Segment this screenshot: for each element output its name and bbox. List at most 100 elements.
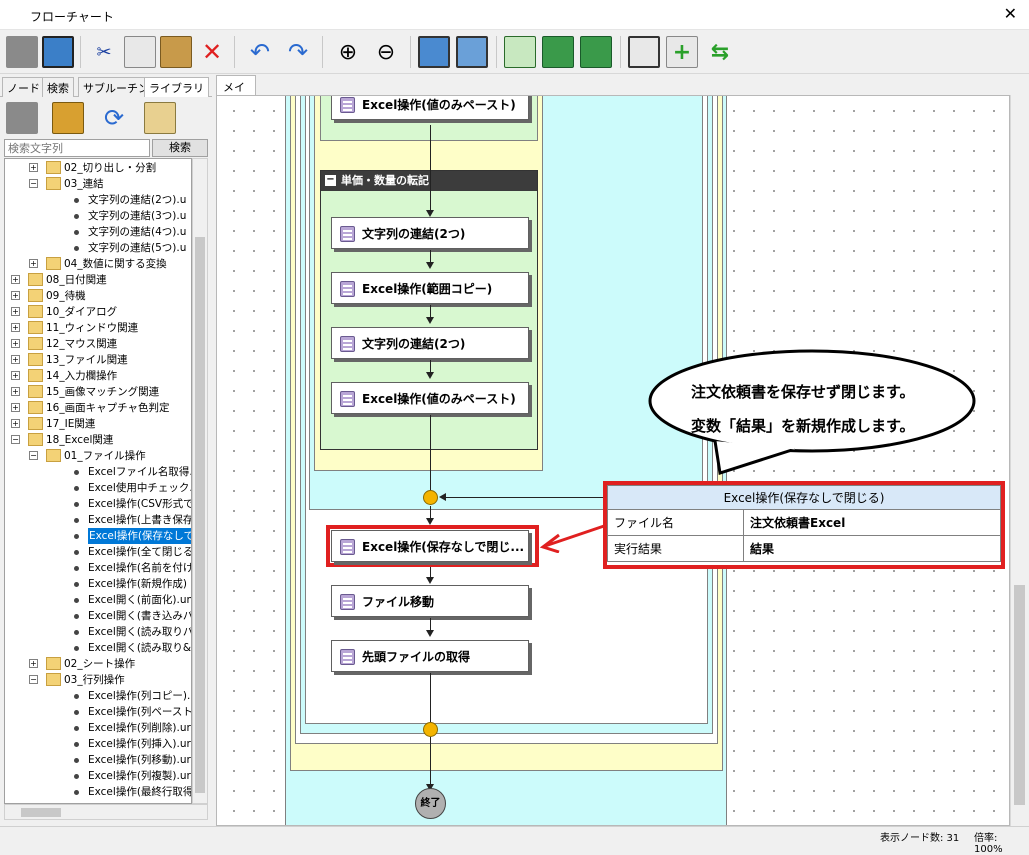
tree-horizontal-scrollbar[interactable] (4, 804, 208, 820)
tree-folder[interactable]: − 03_行列操作 (5, 672, 191, 688)
import-icon[interactable] (580, 36, 612, 68)
expand-icon[interactable]: + (29, 163, 38, 172)
node-excel-close-without-save[interactable]: Excel操作(保存なしで閉じ... (331, 530, 529, 562)
tree-folder[interactable]: +10_ダイアログ (5, 304, 191, 320)
node-excel-range-copy[interactable]: Excel操作(範囲コピー) (331, 272, 529, 304)
tree-item[interactable]: Excel開く(読み取り& (5, 640, 191, 656)
comment-icon[interactable] (504, 36, 536, 68)
tree-folder[interactable]: +08_日付関連 (5, 272, 191, 288)
tree-folder[interactable]: +13_ファイル関連 (5, 352, 191, 368)
tree-folder[interactable]: +02_切り出し・分割 (5, 160, 191, 176)
close-icon[interactable]: ✕ (1004, 4, 1017, 23)
expand-icon[interactable]: + (11, 307, 20, 316)
collapse-icon[interactable]: − (29, 179, 38, 188)
cut-icon[interactable]: ✂ (88, 36, 120, 68)
redo-icon[interactable]: ↷ (282, 36, 314, 68)
tree-item[interactable]: Excel操作(列コピー).u (5, 688, 191, 704)
tree-item[interactable]: Excel操作(列移動).ur (5, 752, 191, 768)
end-node[interactable]: 終了 (415, 788, 446, 819)
node-file-move[interactable]: ファイル移動 (331, 585, 529, 617)
expand-icon[interactable]: + (11, 275, 20, 284)
swap-icon[interactable]: ⇆ (704, 36, 736, 68)
node-concat-strings-1[interactable]: 文字列の連結(2つ) (331, 217, 529, 249)
collapse-icon[interactable]: − (29, 675, 38, 684)
expand-icon[interactable]: + (11, 323, 20, 332)
canvas-scroll-thumb[interactable] (1014, 585, 1025, 805)
tree-item[interactable]: Excel操作(新規作成) (5, 576, 191, 592)
tree-folder[interactable]: +15_画像マッチング関連 (5, 384, 191, 400)
tab-node[interactable]: ノード (2, 77, 45, 97)
tree-item[interactable]: Excel操作(保存なしで (5, 528, 191, 544)
tree-item[interactable]: Excel開く(書き込みパ (5, 608, 191, 624)
junction-node[interactable] (423, 722, 438, 737)
tree-folder[interactable]: +12_マウス関連 (5, 336, 191, 352)
collapse-icon[interactable]: − (29, 451, 38, 460)
tree-item[interactable]: Excelファイル名取得.ur (5, 464, 191, 480)
zoom-in-icon[interactable]: ⊕ (332, 36, 364, 68)
node-excel-paste-values[interactable]: Excel操作(値のみペースト) (331, 382, 529, 414)
undo-icon[interactable]: ↶ (244, 36, 276, 68)
canvas-scrollbar[interactable] (1010, 95, 1027, 826)
tree-folder[interactable]: − 01_ファイル操作 (5, 448, 191, 464)
tree-folder[interactable]: +09_待機 (5, 288, 191, 304)
tree-item[interactable]: Excel操作(最終行取得 (5, 784, 191, 800)
tree-item[interactable]: 文字列の連結(2つ).u (5, 192, 191, 208)
image-edit-icon[interactable] (418, 36, 450, 68)
tree-item[interactable]: Excel操作(列削除).ur (5, 720, 191, 736)
expand-icon[interactable]: + (11, 291, 20, 300)
collapse-icon[interactable]: − (11, 435, 20, 444)
tree-item[interactable]: 文字列の連結(5つ).u (5, 240, 191, 256)
tree-item[interactable]: Excel開く(読み取りパ (5, 624, 191, 640)
tree-item[interactable]: Excel開く(前面化).um (5, 592, 191, 608)
refresh-icon[interactable]: ⟳ (98, 102, 130, 134)
property-value[interactable]: 結果 (743, 535, 1001, 562)
expand-icon[interactable]: + (11, 371, 20, 380)
node-concat-strings-2[interactable]: 文字列の連結(2つ) (331, 327, 529, 359)
expand-icon[interactable]: + (11, 355, 20, 364)
tree-item[interactable]: Excel操作(CSV形式で (5, 496, 191, 512)
image-swap-icon[interactable] (456, 36, 488, 68)
expand-icon[interactable]: + (11, 403, 20, 412)
library-search-button[interactable]: 検索 (152, 139, 208, 157)
tab-search[interactable]: 検索 (42, 77, 74, 97)
library-search-input[interactable] (4, 139, 150, 157)
expand-icon[interactable]: + (11, 419, 20, 428)
tree-item[interactable]: Excel操作(上書き保存 (5, 512, 191, 528)
group-header[interactable]: − 単価・数量の転記 (321, 171, 537, 191)
tree-scrollbar[interactable] (192, 158, 208, 804)
tree-item[interactable]: Excel操作(列複製).ur (5, 768, 191, 784)
junction-node[interactable] (423, 490, 438, 505)
tab-subroutine[interactable]: サブルーチン (78, 77, 154, 97)
expand-icon[interactable]: + (11, 387, 20, 396)
tree-folder[interactable]: − 03_連結 (5, 176, 191, 192)
tab-main[interactable]: メイン (216, 75, 256, 110)
delete-icon[interactable]: ✕ (196, 36, 228, 68)
tree-folder[interactable]: +11_ウィンドウ関連 (5, 320, 191, 336)
add-node-icon[interactable]: + (666, 36, 698, 68)
expand-icon[interactable]: + (29, 659, 38, 668)
tree-folder[interactable]: +04_数値に関する変換 (5, 256, 191, 272)
zoom-out-icon[interactable]: ⊖ (370, 36, 402, 68)
property-value[interactable]: 注文依頼書Excel (743, 509, 1001, 536)
property-icon[interactable] (6, 102, 38, 134)
window-icon[interactable] (628, 36, 660, 68)
library-search-icon[interactable] (144, 102, 176, 134)
tree-folder[interactable]: +16_画面キャプチャ色判定 (5, 400, 191, 416)
paste-icon[interactable] (160, 36, 192, 68)
tree-folder[interactable]: +14_入力欄操作 (5, 368, 191, 384)
tree-item[interactable]: Excel操作(名前を付け (5, 560, 191, 576)
tree-item[interactable]: Excel操作(列ペースト) (5, 704, 191, 720)
tree-item[interactable]: 文字列の連結(4つ).u (5, 224, 191, 240)
tree-scroll-thumb[interactable] (195, 237, 205, 793)
tree-item[interactable]: Excel使用中チェック.ur (5, 480, 191, 496)
image-icon[interactable] (42, 36, 74, 68)
book-export-icon[interactable] (52, 102, 84, 134)
tree-folder[interactable]: +17_IE関連 (5, 416, 191, 432)
node-excel-paste-values-top[interactable]: Excel操作(値のみペースト) (331, 96, 529, 120)
node-get-first-file[interactable]: 先頭ファイルの取得 (331, 640, 529, 672)
expand-icon[interactable]: + (11, 339, 20, 348)
tree-folder[interactable]: +02_シート操作 (5, 656, 191, 672)
collapse-icon[interactable]: − (325, 175, 336, 186)
tree-folder[interactable]: − 18_Excel関連 (5, 432, 191, 448)
property-icon[interactable] (6, 36, 38, 68)
